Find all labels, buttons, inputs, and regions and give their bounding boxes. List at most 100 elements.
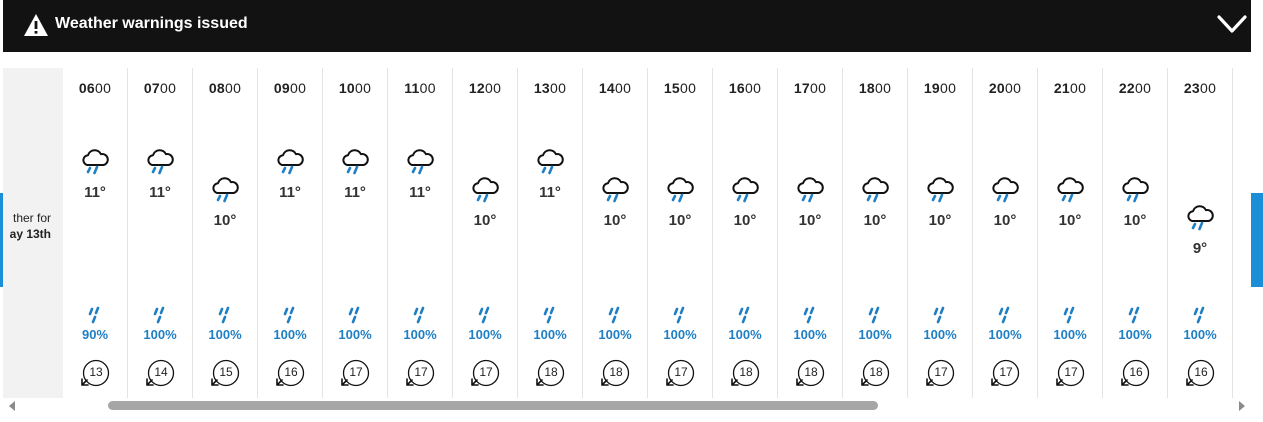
hour-column[interactable]: 1600 10° 100% 18 — [713, 68, 778, 398]
wind-speed-value: 17 — [999, 365, 1013, 379]
raindrops-icon — [735, 306, 755, 326]
hour-time: 1300 — [533, 80, 567, 96]
hour-column[interactable]: 2000 10° 100% 17 — [973, 68, 1038, 398]
hour-time: 1800 — [858, 80, 892, 96]
hour-temperature: 11° — [279, 184, 301, 201]
hour-column[interactable]: 1500 10° 100% 17 — [648, 68, 713, 398]
wind-speed-value: 15 — [219, 365, 233, 379]
hour-column[interactable]: 1400 10° 100% 18 — [583, 68, 648, 398]
raindrops-icon — [475, 306, 495, 326]
hour-temperature: 11° — [344, 184, 366, 201]
precipitation-chance: 100% — [338, 327, 372, 342]
hour-temperature: 10° — [473, 212, 497, 229]
wind-speed-value: 17 — [934, 365, 948, 379]
warning-triangle-icon — [24, 14, 48, 36]
horizontal-scrollbar[interactable] — [3, 398, 1251, 414]
hour-time: 1200 — [468, 80, 502, 96]
wind-speed: 17 — [471, 358, 501, 388]
hour-time: 1900 — [923, 80, 957, 96]
hour-column[interactable]: 2100 10° 100% 17 — [1038, 68, 1103, 398]
heavy-rain-icon — [990, 176, 1020, 204]
hour-temperature: 11° — [539, 184, 561, 201]
hour-column[interactable]: 0800 10° 100% 15 — [193, 68, 258, 398]
hour-temperature: 10° — [1058, 212, 1082, 229]
wind-speed-value: 13 — [89, 365, 103, 379]
raindrops-icon — [800, 306, 820, 326]
heavy-rain-icon — [1055, 176, 1085, 204]
raindrops-icon — [215, 306, 235, 326]
heavy-rain-icon — [145, 148, 175, 176]
raindrops-icon — [995, 306, 1015, 326]
hour-column[interactable]: 0700 11° 100% 14 — [128, 68, 193, 398]
hour-temperature: 10° — [213, 212, 237, 229]
day-label-line1: ther for — [12, 211, 51, 225]
wind-speed-value: 18 — [869, 365, 883, 379]
scrollbar-thumb[interactable] — [108, 401, 878, 410]
hour-column[interactable]: 0900 11° 100% 16 — [258, 68, 323, 398]
wind-speed: 17 — [341, 358, 371, 388]
heavy-rain-icon — [1185, 204, 1215, 232]
wind-speed: 18 — [536, 358, 566, 388]
wind-speed: 14 — [146, 358, 176, 388]
hour-time: 0800 — [208, 80, 242, 96]
hour-time: 0600 — [78, 80, 112, 96]
wind-speed: 18 — [861, 358, 891, 388]
wind-speed-value: 17 — [674, 365, 688, 379]
wind-speed-value: 18 — [609, 365, 623, 379]
hour-temperature: 10° — [603, 212, 627, 229]
scroll-next-accent[interactable] — [1251, 193, 1263, 287]
wind-speed-value: 17 — [414, 365, 428, 379]
hour-time: 2000 — [988, 80, 1022, 96]
scroll-left-arrow-icon[interactable] — [9, 401, 15, 411]
hour-column[interactable]: 2200 10° 100% 16 — [1103, 68, 1168, 398]
chevron-down-icon[interactable] — [1216, 11, 1248, 39]
hour-temperature: 10° — [798, 212, 822, 229]
wind-speed: 17 — [926, 358, 956, 388]
hour-temperature: 10° — [1123, 212, 1147, 229]
hour-column[interactable]: 1300 11° 100% 18 — [518, 68, 583, 398]
wind-speed-value: 16 — [1129, 365, 1143, 379]
precipitation-chance: 100% — [403, 327, 437, 342]
scroll-right-arrow-icon[interactable] — [1239, 401, 1245, 411]
warning-title: Weather warnings issued — [55, 15, 248, 32]
precipitation-chance: 100% — [1053, 327, 1087, 342]
wind-speed: 16 — [1186, 358, 1216, 388]
precipitation-chance: 100% — [728, 327, 762, 342]
wind-speed: 18 — [601, 358, 631, 388]
day-label: ther for ay 13th — [10, 210, 51, 242]
precipitation-chance: 90% — [81, 327, 109, 342]
heavy-rain-icon — [730, 176, 760, 204]
raindrops-icon — [540, 306, 560, 326]
hour-time: 1500 — [663, 80, 697, 96]
precipitation-chance: 100% — [1183, 327, 1217, 342]
raindrops-icon — [1060, 306, 1080, 326]
hour-column[interactable]: 1800 10° 100% 18 — [843, 68, 908, 398]
wind-speed: 16 — [1121, 358, 1151, 388]
hour-column[interactable]: 1200 10° 100% 17 — [453, 68, 518, 398]
hour-temperature: 11° — [149, 184, 171, 201]
hour-time: 1700 — [793, 80, 827, 96]
hour-temperature: 10° — [863, 212, 887, 229]
hour-column[interactable]: 1100 11° 100% 17 — [388, 68, 453, 398]
precipitation-chance: 100% — [208, 327, 242, 342]
heavy-rain-icon — [80, 148, 110, 176]
wind-speed-value: 17 — [1064, 365, 1078, 379]
hour-temperature: 10° — [668, 212, 692, 229]
hour-column[interactable]: 1000 11° 100% 17 — [323, 68, 388, 398]
heavy-rain-icon — [535, 148, 565, 176]
wind-speed: 13 — [81, 358, 111, 388]
raindrops-icon — [1125, 306, 1145, 326]
raindrops-icon — [930, 306, 950, 326]
heavy-rain-icon — [665, 176, 695, 204]
heavy-rain-icon — [925, 176, 955, 204]
hour-time: 0700 — [143, 80, 177, 96]
hour-column[interactable]: 1700 10° 100% 18 — [778, 68, 843, 398]
hour-column[interactable]: 1900 10° 100% 17 — [908, 68, 973, 398]
precipitation-chance: 100% — [988, 327, 1022, 342]
hour-column[interactable]: 2300 9° 100% 16 — [1168, 68, 1233, 398]
weather-warning-bar[interactable]: Weather warnings issued — [3, 0, 1251, 52]
hourly-forecast-scroller[interactable]: 0600 11° 90% 13 0700 11° 100% 14 0800 10… — [63, 68, 1251, 398]
precipitation-chance: 100% — [468, 327, 502, 342]
wind-speed: 17 — [1056, 358, 1086, 388]
hour-column[interactable]: 0600 11° 90% 13 — [63, 68, 128, 398]
